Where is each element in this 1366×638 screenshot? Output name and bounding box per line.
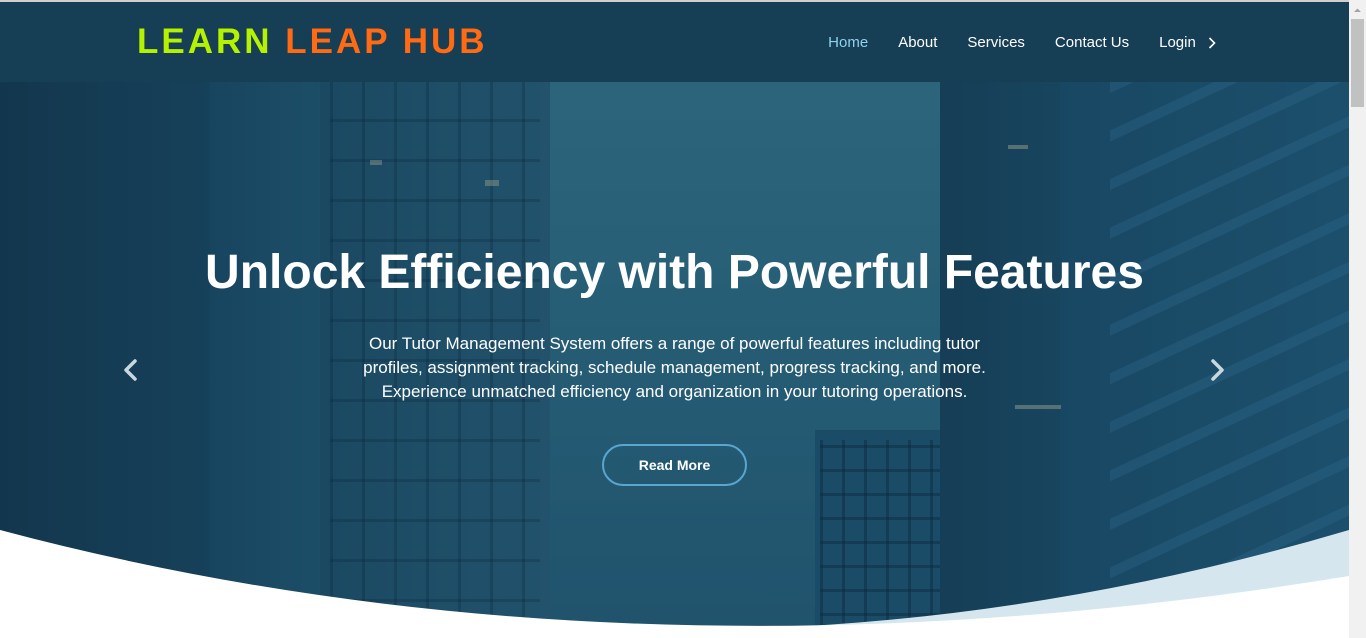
- brand-logo[interactable]: LEARN LEAP HUB: [137, 22, 488, 62]
- nav-login-label: Login: [1159, 34, 1196, 51]
- navbar: LEARN LEAP HUB Home About Services Conta…: [0, 2, 1349, 82]
- nav-home[interactable]: Home: [813, 32, 883, 54]
- hero-bottom-wave: [0, 530, 1349, 638]
- chevron-right-icon[interactable]: [1203, 356, 1231, 384]
- chevron-left-icon[interactable]: [117, 356, 145, 384]
- scroll-up-arrow-icon[interactable]: [1349, 2, 1366, 19]
- main-nav: Home About Services Contact Us Login: [813, 32, 1231, 54]
- hero-description: Our Tutor Management System offers a ran…: [363, 334, 986, 401]
- scrollbar-thumb[interactable]: [1351, 19, 1364, 107]
- hero-title: Unlock Efficiency with Powerful Features: [205, 246, 1144, 299]
- read-more-button[interactable]: Read More: [602, 444, 747, 486]
- window-top-border: [0, 0, 1366, 2]
- brand-logo-part1: LEARN: [137, 22, 273, 61]
- chevron-right-icon: [1208, 37, 1216, 49]
- nav-contact-us[interactable]: Contact Us: [1040, 32, 1144, 54]
- page-viewport: LEARN LEAP HUB Home About Services Conta…: [0, 0, 1349, 638]
- nav-services[interactable]: Services: [952, 32, 1040, 54]
- nav-login[interactable]: Login: [1144, 32, 1231, 54]
- brand-logo-part2: LEAP HUB: [285, 22, 488, 61]
- nav-about[interactable]: About: [883, 32, 952, 54]
